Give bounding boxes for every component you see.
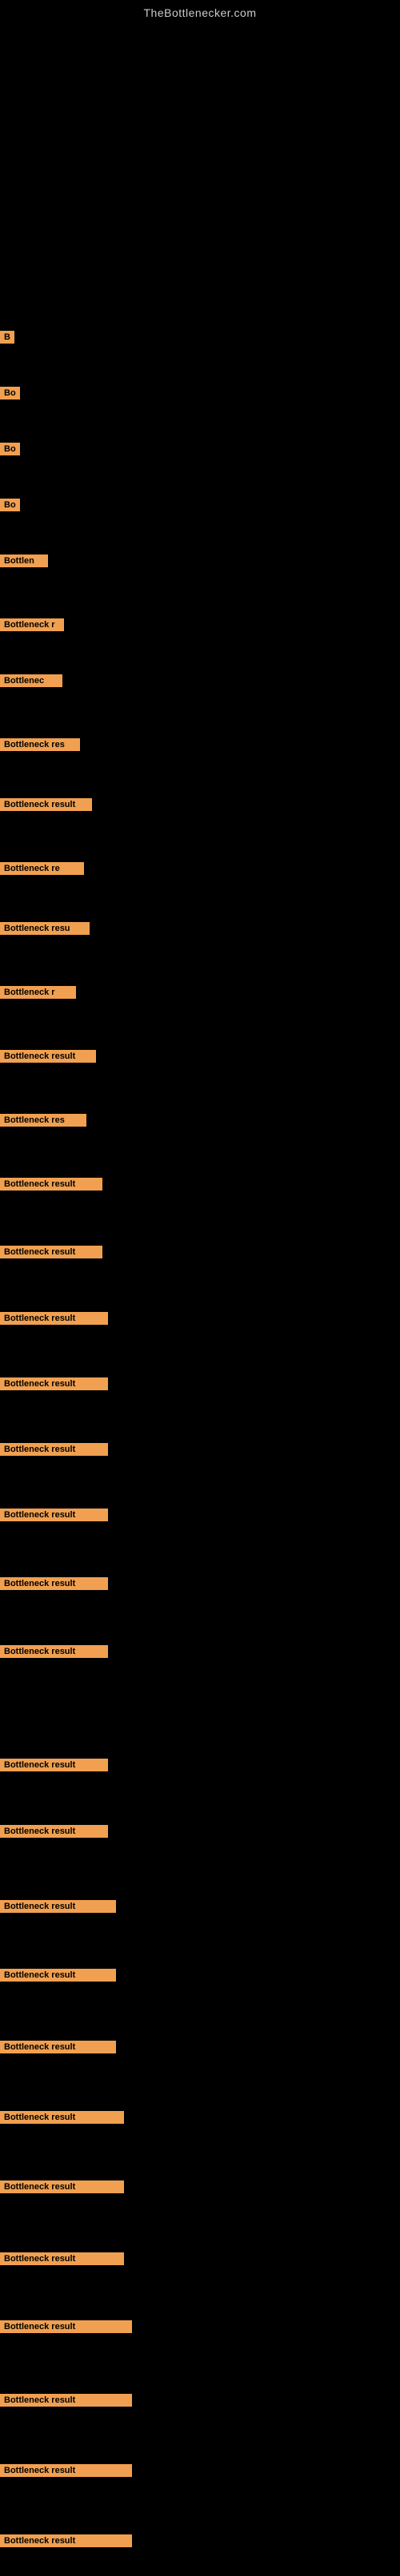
bottleneck-result-label: Bo <box>0 499 20 511</box>
bottleneck-result-label: Bottleneck r <box>0 618 64 631</box>
bottleneck-result-label: Bottleneck result <box>0 1825 108 1838</box>
bottleneck-result-label: Bo <box>0 387 20 400</box>
bottleneck-result-label: Bottleneck result <box>0 2041 116 2053</box>
bottleneck-result-label: Bottleneck result <box>0 2394 132 2407</box>
bottleneck-result-label: Bottleneck res <box>0 738 80 751</box>
bottleneck-result-label: Bottleneck result <box>0 1312 108 1325</box>
bottleneck-result-label: Bottleneck result <box>0 2180 124 2193</box>
site-title: TheBottlenecker.com <box>0 0 400 19</box>
bottleneck-result-label: Bottleneck re <box>0 862 84 875</box>
bottleneck-result-label: Bottleneck result <box>0 1509 108 1521</box>
bottleneck-result-label: Bo <box>0 443 20 455</box>
bottleneck-result-label: Bottleneck result <box>0 1246 102 1258</box>
bottleneck-result-label: Bottleneck result <box>0 1577 108 1590</box>
bottleneck-result-label: Bottlenec <box>0 674 62 687</box>
bottleneck-result-label: Bottleneck result <box>0 2534 132 2547</box>
bottleneck-result-label: Bottleneck result <box>0 2111 124 2124</box>
bottleneck-result-label: Bottleneck result <box>0 798 92 811</box>
bottleneck-result-label: Bottleneck res <box>0 1114 86 1127</box>
bottleneck-result-label: Bottleneck result <box>0 2320 132 2333</box>
bottleneck-result-label: Bottlen <box>0 555 48 567</box>
bottleneck-result-label: Bottleneck result <box>0 2464 132 2477</box>
bottleneck-result-label: Bottleneck result <box>0 1900 116 1913</box>
bottleneck-result-label: Bottleneck result <box>0 1759 108 1771</box>
bottleneck-result-label: Bottleneck result <box>0 1645 108 1658</box>
bottleneck-result-label: Bottleneck r <box>0 986 76 999</box>
bottleneck-result-label: Bottleneck result <box>0 1443 108 1456</box>
bottleneck-result-label: B <box>0 331 14 344</box>
bottleneck-result-label: Bottleneck result <box>0 2252 124 2265</box>
bottleneck-result-label: Bottleneck resu <box>0 922 90 935</box>
bottleneck-result-label: Bottleneck result <box>0 1377 108 1390</box>
bottleneck-result-label: Bottleneck result <box>0 1969 116 1982</box>
bottleneck-result-label: Bottleneck result <box>0 1178 102 1191</box>
bottleneck-result-label: Bottleneck result <box>0 1050 96 1063</box>
